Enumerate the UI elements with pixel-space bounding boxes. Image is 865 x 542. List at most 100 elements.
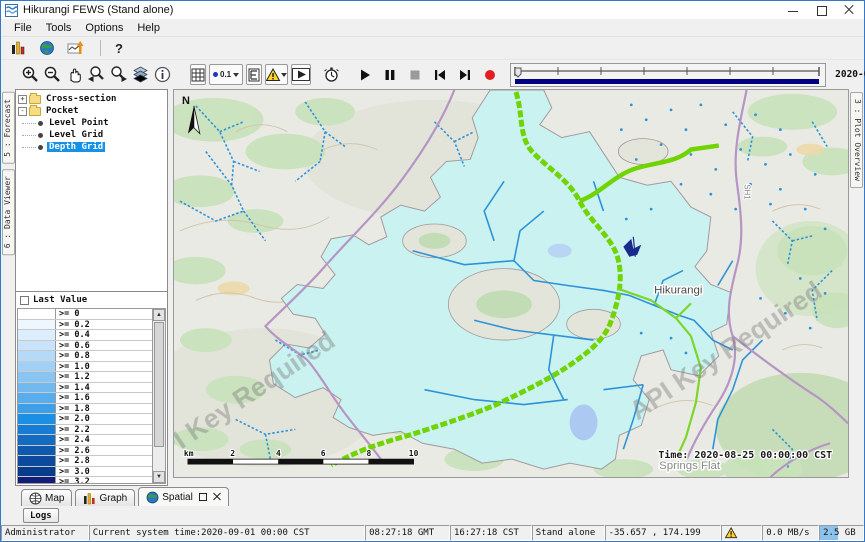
legend-label: >= 1.4 bbox=[56, 383, 93, 393]
legend-color-swatch bbox=[18, 435, 56, 445]
maximize-button[interactable] bbox=[816, 5, 826, 15]
tab-plot-overview[interactable]: 3 : Plot Overview bbox=[850, 92, 863, 188]
stop-button[interactable] bbox=[408, 64, 422, 85]
tab-close-icon[interactable] bbox=[213, 493, 221, 501]
thresholds-dropdown[interactable] bbox=[265, 64, 288, 85]
scroll-down-icon[interactable]: ▼ bbox=[153, 471, 165, 483]
legend-row: >= 0.8 bbox=[18, 351, 152, 362]
legend-row: >= 3.0 bbox=[18, 467, 152, 478]
logs-button[interactable]: Logs bbox=[23, 508, 59, 523]
menu-file[interactable]: File bbox=[7, 21, 39, 35]
info-icon[interactable] bbox=[153, 64, 172, 85]
layers-icon[interactable] bbox=[131, 64, 150, 85]
play-button[interactable] bbox=[358, 64, 372, 85]
legend-label: >= 0.6 bbox=[56, 341, 93, 351]
expand-icon[interactable]: + bbox=[18, 95, 27, 104]
legend-scrollbar[interactable]: ▲ ▼ bbox=[152, 309, 165, 483]
contour-interval-dropdown[interactable]: 0.1 bbox=[209, 64, 243, 85]
pan-hand-icon[interactable] bbox=[65, 64, 84, 85]
legend-color-swatch bbox=[18, 425, 56, 435]
zoom-out-icon[interactable] bbox=[43, 64, 62, 85]
warning-icon bbox=[725, 527, 738, 539]
toolbar-separator bbox=[100, 40, 101, 56]
timer-settings-icon[interactable] bbox=[322, 64, 341, 85]
tab-forecast[interactable]: 5 : Forecast bbox=[2, 92, 15, 164]
tab-data-viewer[interactable]: 6 : Data Viewer bbox=[2, 169, 15, 255]
menu-options[interactable]: Options bbox=[78, 21, 130, 35]
main-toolbar: ? bbox=[1, 37, 864, 59]
title-bar: Hikurangi FEWS (Stand alone) bbox=[1, 1, 864, 19]
close-button[interactable] bbox=[844, 5, 854, 15]
tree-item-pocket[interactable]: - Pocket bbox=[18, 105, 167, 117]
tree-item-level-point[interactable]: Level Point bbox=[18, 117, 167, 129]
last-value-checkbox[interactable] bbox=[20, 296, 29, 305]
main-content: 5 : Forecast 6 : Data Viewer + Cross-sec… bbox=[1, 89, 864, 486]
help-button[interactable]: ? bbox=[115, 41, 123, 56]
longitudinal-profile-button[interactable] bbox=[246, 64, 262, 85]
tab-restore-icon[interactable] bbox=[199, 493, 207, 501]
legend-row: >= 0.6 bbox=[18, 341, 152, 352]
legend-row: >= 1.2 bbox=[18, 372, 152, 383]
bullet-icon bbox=[38, 133, 43, 138]
bottom-tab-strip: Map Graph Spatial bbox=[1, 486, 864, 506]
timeseries-chart-icon[interactable] bbox=[65, 38, 86, 59]
scale-tick: 10 bbox=[409, 449, 419, 458]
left-tab-strip: 5 : Forecast 6 : Data Viewer bbox=[1, 89, 15, 486]
time-slider[interactable] bbox=[510, 63, 826, 87]
legend-row: >= 2.2 bbox=[18, 425, 152, 436]
legend-label: >= 2.8 bbox=[56, 456, 93, 466]
tree-item-level-grid[interactable]: Level Grid bbox=[18, 129, 167, 141]
town-label: Hikurangi bbox=[654, 284, 702, 296]
time-slider-thumb[interactable] bbox=[515, 68, 521, 77]
legend-color-swatch bbox=[18, 404, 56, 414]
tree-item-cross-section[interactable]: + Cross-section bbox=[18, 93, 167, 105]
zoom-previous-icon[interactable] bbox=[87, 64, 106, 85]
bullet-icon bbox=[38, 121, 43, 126]
right-tab-strip: 3 : Plot Overview bbox=[849, 89, 864, 486]
legend-color-swatch bbox=[18, 446, 56, 456]
legend-row: >= 1.0 bbox=[18, 362, 152, 373]
collapse-icon[interactable]: - bbox=[18, 107, 27, 116]
status-system-time: Current system time:2020-09-01 00:00 CST bbox=[89, 525, 365, 541]
scale-tick: 2 bbox=[230, 449, 235, 458]
record-button[interactable] bbox=[483, 64, 497, 85]
spatial-display-globe-icon[interactable] bbox=[36, 38, 57, 59]
legend-row: >= 3.2 bbox=[18, 477, 152, 483]
grid-display-button[interactable] bbox=[190, 64, 206, 85]
animation-movie-button[interactable] bbox=[291, 64, 311, 85]
status-coordinates: -35.657 , 174.199 bbox=[605, 525, 722, 541]
last-value-label: Last Value bbox=[33, 295, 87, 305]
scrollbar-thumb[interactable] bbox=[154, 322, 164, 447]
chevron-down-icon bbox=[233, 73, 239, 77]
zoom-next-icon[interactable] bbox=[109, 64, 128, 85]
legend-color-swatch bbox=[18, 383, 56, 393]
status-bar: Administrator Current system time:2020-0… bbox=[1, 525, 864, 541]
minimize-button[interactable] bbox=[788, 5, 798, 15]
window-title: Hikurangi FEWS (Stand alone) bbox=[23, 4, 788, 16]
tree-connector bbox=[22, 147, 36, 148]
legend-row: >= 0 bbox=[18, 309, 152, 320]
database-viewer-icon[interactable] bbox=[7, 38, 28, 59]
status-warning-cell[interactable] bbox=[721, 525, 762, 541]
menu-tools[interactable]: Tools bbox=[39, 21, 79, 35]
map-time-label: Time: 2020-08-25 00:00:00 CST bbox=[658, 449, 832, 461]
legend-row: >= 1.6 bbox=[18, 393, 152, 404]
legend-color-swatch bbox=[18, 309, 56, 319]
app-window: Hikurangi FEWS (Stand alone) File Tools … bbox=[0, 0, 865, 542]
zoom-in-icon[interactable] bbox=[21, 64, 40, 85]
tree-item-label: Depth Grid bbox=[47, 142, 105, 152]
step-back-button[interactable] bbox=[433, 64, 447, 85]
tab-map[interactable]: Map bbox=[21, 489, 72, 506]
scroll-up-icon[interactable]: ▲ bbox=[153, 309, 165, 321]
step-forward-button[interactable] bbox=[458, 64, 472, 85]
legend-color-swatch bbox=[18, 477, 56, 483]
tab-graph[interactable]: Graph bbox=[75, 489, 135, 506]
menu-help[interactable]: Help bbox=[130, 21, 167, 35]
tree-item-depth-grid[interactable]: Depth Grid bbox=[18, 141, 167, 153]
legend-color-swatch bbox=[18, 456, 56, 466]
bar-chart-icon bbox=[83, 492, 96, 505]
map-canvas[interactable]: API Key Required API Key Required Hikura… bbox=[174, 90, 848, 477]
tab-spatial[interactable]: Spatial bbox=[138, 487, 229, 506]
pause-button[interactable] bbox=[383, 64, 397, 85]
legend-list: >= 0 >= 0.2 >= 0.4 >= 0.6 >= 0.8 >= 1.0 … bbox=[18, 309, 152, 483]
